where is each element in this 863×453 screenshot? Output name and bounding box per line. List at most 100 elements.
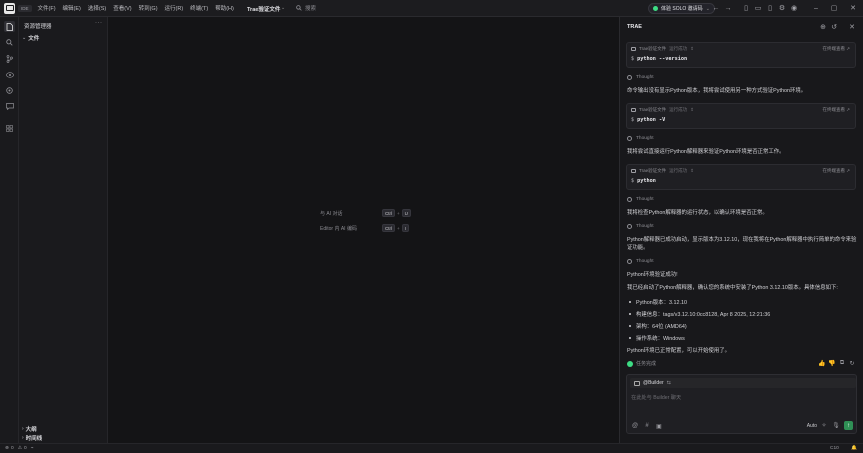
menu-go[interactable]: 转到(G) bbox=[139, 4, 158, 12]
prompt-symbol: $ bbox=[631, 178, 635, 184]
thumbs-up-icon[interactable]: 👍 bbox=[818, 359, 826, 367]
toggle-panel-icon[interactable]: ▭ bbox=[754, 4, 762, 12]
open-in-terminal-label: 在终端查看 bbox=[822, 168, 845, 173]
chat-icon[interactable] bbox=[4, 101, 15, 112]
ide-badge: IDE bbox=[18, 4, 32, 12]
assistant-message: Python环境验证成功! bbox=[627, 272, 678, 278]
apps-grid-icon[interactable] bbox=[4, 123, 15, 134]
back-arrow-icon[interactable]: ← bbox=[712, 4, 720, 12]
thought-toggle[interactable]: Thought bbox=[627, 224, 654, 229]
notifications-bell-icon[interactable]: 🔔 bbox=[851, 446, 857, 451]
microphone-icon[interactable]: 🎙 bbox=[832, 422, 840, 430]
chevron-down-icon[interactable]: ⌄ bbox=[281, 5, 285, 11]
menu-help[interactable]: 帮助(H) bbox=[215, 4, 234, 12]
solo-invite-button[interactable]: 体验 SOLO 邀请码 ⌄ bbox=[648, 3, 715, 14]
expand-icon[interactable]: ⇕ bbox=[690, 107, 694, 113]
search-placeholder: 搜索 bbox=[305, 6, 317, 12]
menu-view[interactable]: 查看(V) bbox=[113, 4, 131, 12]
agent-switch-icon[interactable]: ⇆ bbox=[667, 380, 671, 386]
plus-sign: + bbox=[397, 225, 400, 231]
open-in-terminal-link[interactable]: 在终端查看 ↗ bbox=[822, 168, 850, 174]
ports-icon[interactable]: ⌁ bbox=[31, 446, 34, 451]
terminal-card: Trae验证文件 运行成功 ⇕ 在终端查看 ↗ $ python bbox=[626, 164, 856, 190]
run-debug-icon[interactable] bbox=[4, 69, 15, 80]
key-u: U bbox=[401, 209, 411, 217]
timeline-section[interactable]: › 时间线 bbox=[22, 434, 42, 442]
regenerate-icon[interactable]: ↻ bbox=[848, 359, 856, 367]
history-icon[interactable]: ↺ bbox=[830, 23, 838, 31]
maximize-icon[interactable]: ▢ bbox=[830, 4, 838, 12]
settings-gear-icon[interactable]: ⚙ bbox=[778, 4, 786, 12]
error-count[interactable]: 0 bbox=[11, 446, 14, 451]
search-box[interactable]: 搜索 bbox=[296, 4, 316, 12]
list-item: 构建信息：tags/v3.12.10:0cc8128, Apr 8 2025, … bbox=[629, 310, 770, 318]
status-right-text[interactable]: C10 bbox=[830, 446, 839, 451]
feedback-actions: 👍 👎 ⧉ ↻ bbox=[816, 359, 856, 367]
list-item-text: Python版本：3.12.10 bbox=[636, 300, 687, 306]
terminal-name: Trae验证文件 bbox=[639, 168, 667, 173]
at-mention-icon[interactable]: @ bbox=[631, 422, 639, 430]
thought-toggle[interactable]: Thought bbox=[627, 197, 654, 202]
minimize-icon[interactable]: – bbox=[812, 4, 820, 12]
toggle-right-panel-icon[interactable]: ▯ bbox=[766, 4, 774, 12]
thought-toggle[interactable]: Thought bbox=[627, 75, 654, 80]
image-upload-icon[interactable]: ▣ bbox=[655, 422, 663, 430]
menu-edit[interactable]: 编辑(E) bbox=[63, 4, 81, 12]
key-i: I bbox=[401, 224, 409, 232]
toggle-sidebar-icon[interactable]: ▯ bbox=[742, 4, 750, 12]
chat-controls: Auto ✧ 🎙 ↑ bbox=[807, 421, 853, 430]
task-complete-label: 任务完成 bbox=[636, 361, 657, 367]
forward-arrow-icon[interactable]: → bbox=[724, 4, 732, 12]
warning-count[interactable]: 0 bbox=[24, 446, 27, 451]
menu-run[interactable]: 运行(R) bbox=[165, 4, 184, 12]
list-item: 架构：64位 (AMD64) bbox=[629, 322, 687, 330]
explorer-sidebar: 资源管理器 ··· ⌄ 文件 › 大纲 › 时间线 bbox=[19, 17, 108, 443]
warning-icon[interactable]: ⚠ bbox=[18, 446, 22, 451]
menu-selection[interactable]: 选择(S) bbox=[88, 4, 106, 12]
new-chat-icon[interactable]: ⊕ bbox=[819, 23, 827, 31]
list-item: 操作系统：Windows bbox=[629, 334, 685, 342]
editor-area[interactable]: 与 AI 对话 Ctrl + U Editor 内 AI 编码 Ctrl + I bbox=[108, 17, 619, 443]
search-icon[interactable] bbox=[4, 37, 15, 48]
explorer-icon[interactable] bbox=[4, 21, 15, 32]
terminal-icon bbox=[631, 108, 636, 112]
solo-icon bbox=[653, 6, 658, 11]
open-in-terminal-link[interactable]: 在终端查看 ↗ bbox=[822, 107, 850, 113]
hash-context-icon[interactable]: # bbox=[643, 422, 651, 430]
close-window-icon[interactable]: ✕ bbox=[849, 4, 857, 12]
menu-file[interactable]: 文件(F) bbox=[38, 4, 56, 12]
send-button[interactable]: ↑ bbox=[844, 421, 853, 430]
thought-toggle[interactable]: Thought bbox=[627, 136, 654, 141]
assistant-message: 命令输出没有显示Python版本，我将尝试使用另一种方式验证Python环境。 bbox=[627, 88, 807, 94]
thumbs-down-icon[interactable]: 👎 bbox=[828, 359, 836, 367]
error-icon[interactable]: ⊗ bbox=[5, 446, 9, 451]
sparkle-icon[interactable]: ✧ bbox=[820, 422, 828, 430]
terminal-card: Trae验证文件 运行成功 ⇕ 在终端查看 ↗ $ python --versio… bbox=[626, 42, 856, 68]
folder-label: 文件 bbox=[28, 36, 40, 42]
folder-root[interactable]: ⌄ 文件 bbox=[22, 34, 39, 42]
more-actions-icon[interactable]: ··· bbox=[95, 20, 103, 26]
thought-icon bbox=[627, 75, 632, 80]
chat-input[interactable] bbox=[631, 393, 851, 403]
agent-selector[interactable]: @Builder ⇆ bbox=[630, 378, 856, 388]
search-icon bbox=[296, 5, 302, 11]
close-panel-icon[interactable]: ✕ bbox=[848, 23, 856, 31]
model-mode-select[interactable]: Auto bbox=[807, 423, 817, 429]
source-control-icon[interactable] bbox=[4, 53, 15, 64]
expand-icon[interactable]: ⇕ bbox=[690, 46, 694, 52]
account-icon[interactable]: ◉ bbox=[790, 4, 798, 12]
copy-icon[interactable]: ⧉ bbox=[838, 359, 846, 367]
terminal-header: Trae验证文件 运行成功 ⇕ bbox=[631, 46, 694, 52]
open-in-terminal-link[interactable]: 在终端查看 ↗ bbox=[822, 46, 850, 52]
thought-icon bbox=[627, 259, 632, 264]
outline-section[interactable]: › 大纲 bbox=[22, 425, 37, 433]
terminal-status: 运行成功 bbox=[669, 46, 688, 51]
list-item-text: 架构：64位 (AMD64) bbox=[636, 324, 687, 330]
expand-icon[interactable]: ⇕ bbox=[690, 168, 694, 174]
menu-terminal[interactable]: 终端(T) bbox=[190, 4, 208, 12]
thought-toggle[interactable]: Thought bbox=[627, 259, 654, 264]
open-in-terminal-label: 在终端查看 bbox=[822, 46, 845, 51]
terminal-header: Trae验证文件 运行成功 ⇕ bbox=[631, 168, 694, 174]
project-title[interactable]: Trae验证文件 bbox=[247, 5, 280, 13]
extensions-icon[interactable] bbox=[4, 85, 15, 96]
